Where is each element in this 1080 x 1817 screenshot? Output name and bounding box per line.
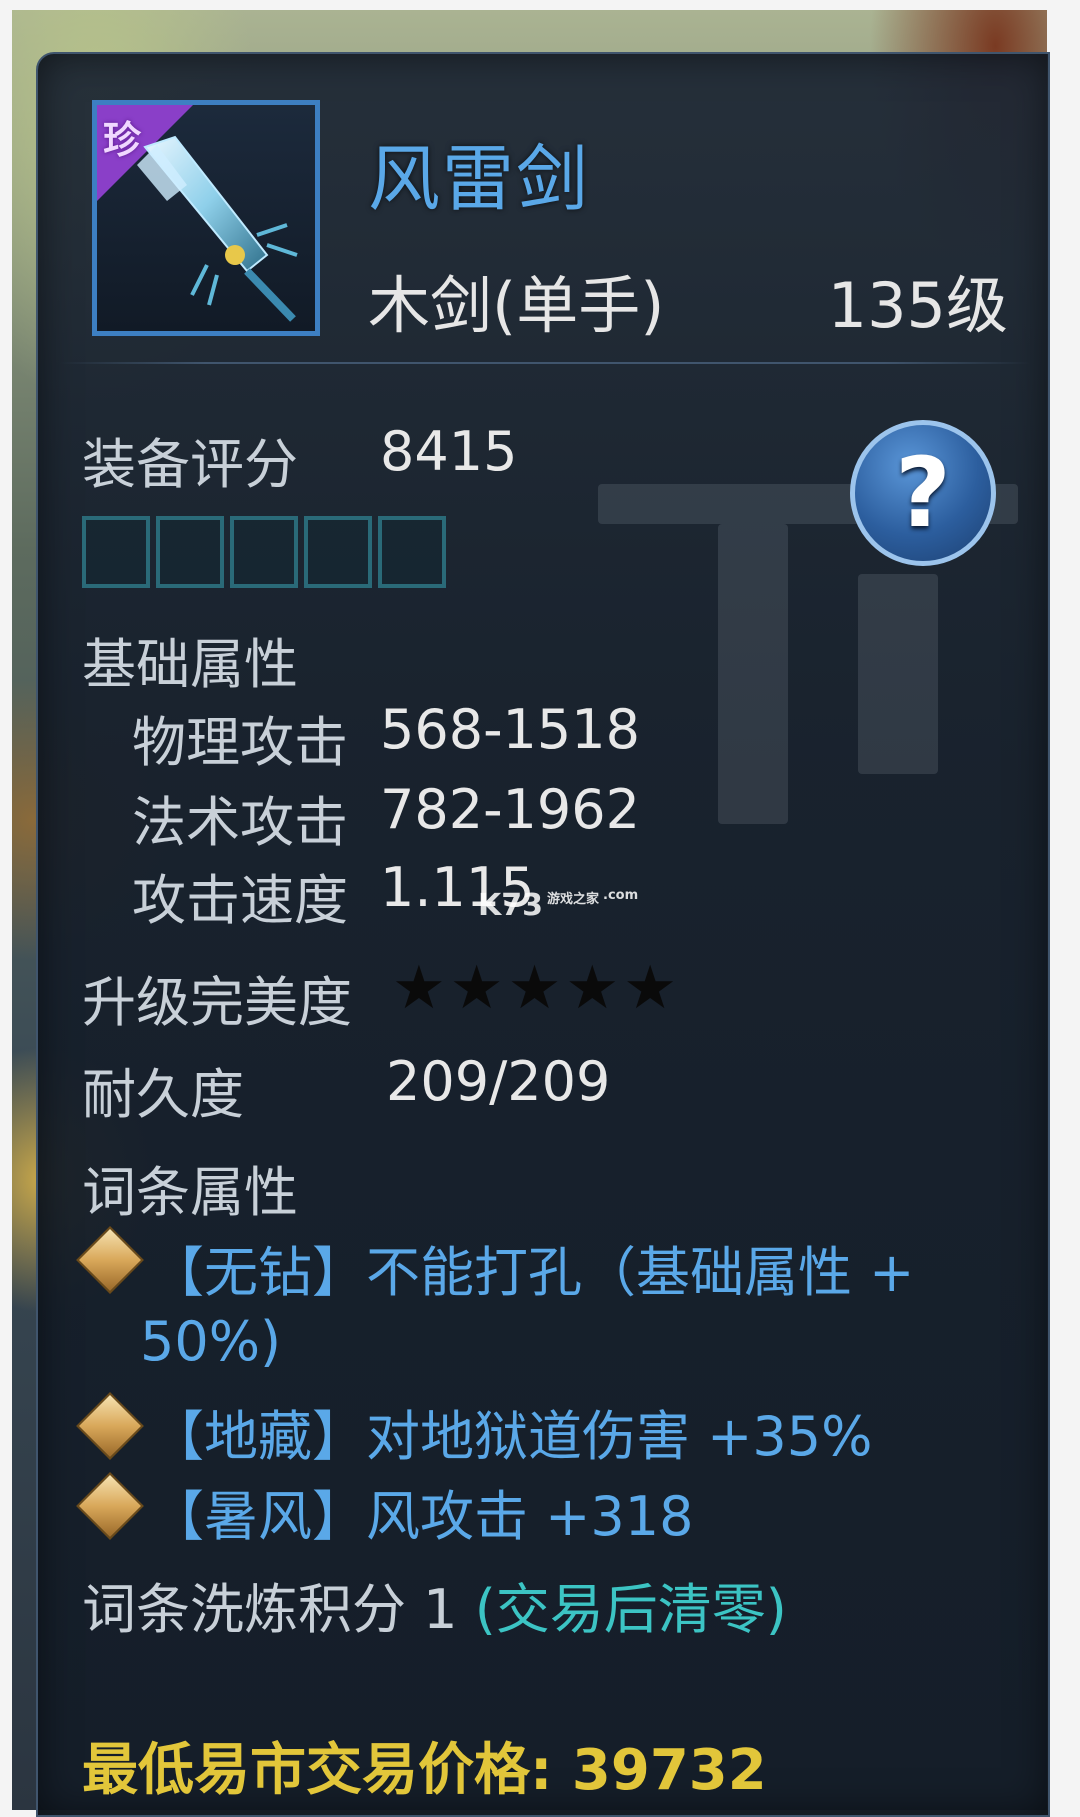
gem-slot[interactable] [156, 516, 224, 588]
item-level: 135级 [827, 269, 1008, 342]
help-button[interactable]: ? [850, 420, 996, 566]
star-icon: ★ [449, 953, 504, 1023]
header-divider [60, 362, 1030, 364]
gem-slots [82, 516, 446, 588]
gem-slot[interactable] [378, 516, 446, 588]
gem-slot[interactable] [304, 516, 372, 588]
attr-name: 攻击速度 [132, 869, 348, 932]
perfection-label: 升级完美度 [82, 971, 352, 1034]
wash-score-note: (交易后清零) [474, 1578, 787, 1641]
base-attrs-title: 基础属性 [82, 633, 298, 696]
attr-value: 568-1518 [380, 698, 640, 761]
affix-line: 【地藏】对地狱道伤害 +35% [150, 1405, 873, 1468]
item-type: 木剑(单手) [368, 269, 665, 342]
item-icon-frame[interactable]: 珍 [92, 100, 320, 336]
min-market-price: 最低易市交易价格: 39732 [82, 1738, 767, 1803]
wash-score-label: 词条洗炼积分 1 [82, 1578, 475, 1641]
perfection-stars: ★ ★ ★ ★ ★ [392, 958, 677, 1018]
sword-icon [137, 135, 298, 322]
gem-slot[interactable] [82, 516, 150, 588]
affix-line-continued: 50%) [140, 1310, 282, 1373]
affixes-title: 词条属性 [82, 1161, 298, 1224]
affix-line: 【无钻】不能打孔（基础属性 + [150, 1241, 915, 1304]
star-icon: ★ [565, 953, 620, 1023]
durability-label: 耐久度 [82, 1063, 244, 1126]
question-icon: ? [895, 437, 951, 549]
score-value: 8415 [380, 420, 518, 483]
gem-slot[interactable] [230, 516, 298, 588]
attr-value: 782-1962 [380, 778, 640, 841]
watermark-tag: 游戏之家 [547, 892, 600, 907]
watermark-domain: .com [603, 888, 639, 903]
watermark-logo: K73 游戏之家 .com [478, 888, 638, 923]
affix-line: 【暑风】风攻击 +318 [150, 1485, 694, 1548]
star-icon: ★ [392, 953, 446, 1023]
score-label: 装备评分 [82, 433, 298, 496]
attr-name: 物理攻击 [132, 711, 348, 774]
wash-score: 词条洗炼积分 1 (交易后清零) [82, 1565, 787, 1644]
star-icon: ★ [623, 953, 677, 1023]
item-name: 风雷剑 [368, 137, 591, 221]
star-icon: ★ [507, 953, 562, 1023]
watermark-brand: K73 [478, 888, 543, 923]
attr-name: 法术攻击 [132, 791, 348, 854]
durability-value: 209/209 [386, 1050, 611, 1113]
